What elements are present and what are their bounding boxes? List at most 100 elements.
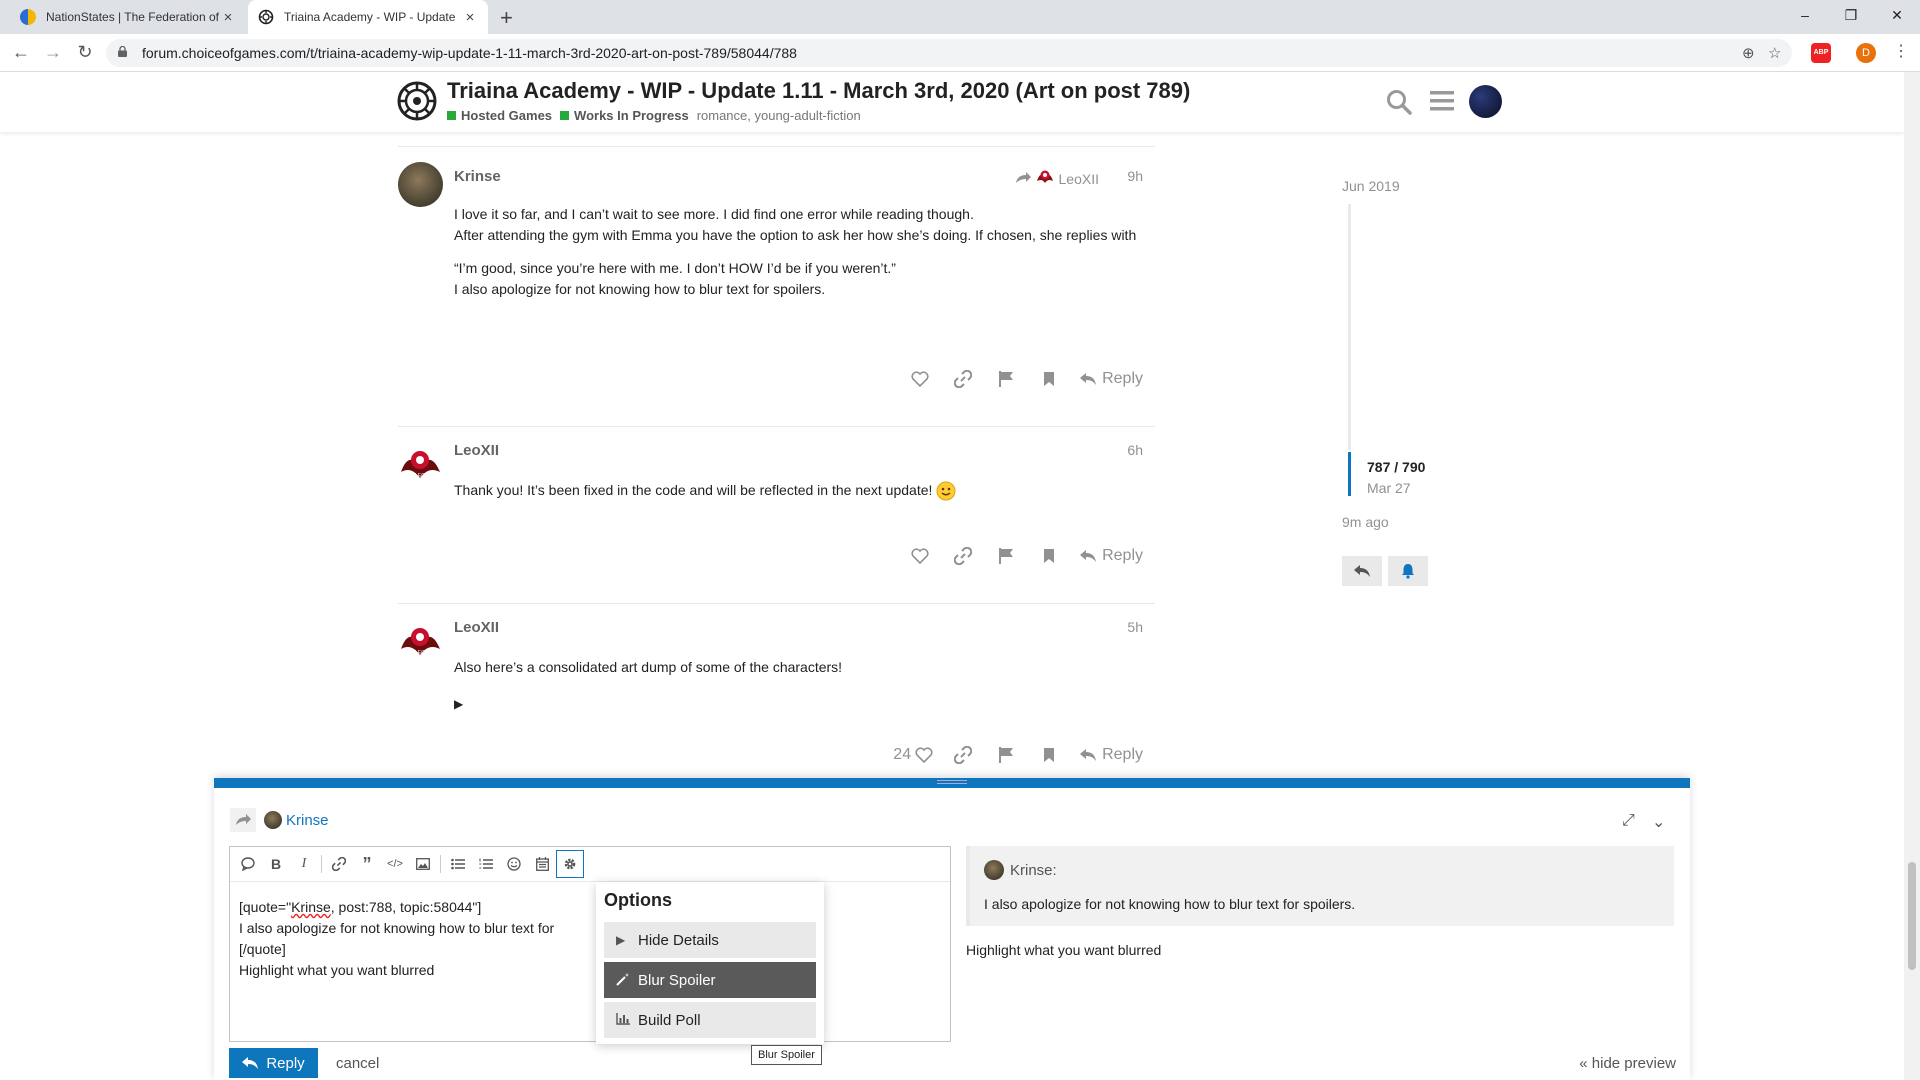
avatar[interactable] [398,162,443,207]
page-scrollbar[interactable] [1904,72,1920,1080]
post-actions: 24 Reply [885,739,1143,771]
timeline-scrollarea[interactable] [1348,204,1351,450]
image-upload-icon[interactable] [409,850,437,878]
timeline-start-date[interactable]: Jun 2019 [1342,178,1400,194]
bookmark-icon[interactable] [1027,739,1070,771]
post-leoxii-1: LEO LeoXII 6h Thank you! It’s been fixed… [398,426,1155,596]
category-works-in-progress[interactable]: Works In Progress [560,108,689,123]
hide-details-option[interactable]: ▶ Hide Details [604,922,816,958]
timeline-end-date[interactable]: 9m ago [1342,514,1389,530]
url-text: forum.choiceofgames.com/t/triaina-academ… [142,45,797,61]
flag-icon[interactable] [984,739,1027,771]
toolbar-divider [440,855,441,873]
tooltip: Blur Spoiler [751,1045,822,1065]
collapse-chevron-down-icon[interactable]: ⌄ [1652,812,1665,832]
composer-preview: Krinse: I also apologize for not knowing… [966,846,1674,1042]
emoji-smile-icon[interactable] [500,850,528,878]
browser-tab-nationstates[interactable]: NationStates | The Federation of × [10,0,246,34]
composer-actions-dropdown[interactable] [230,808,256,832]
browser-tab-triaina-academy[interactable]: Triaina Academy - WIP - Update × [248,0,488,34]
editor-textarea[interactable]: [quote="Krinse, post:788, topic:58044"] … [239,897,554,981]
avatar[interactable]: LEO [398,619,443,664]
build-poll-option[interactable]: Build Poll [604,1002,816,1038]
close-tab-icon[interactable]: × [462,9,478,26]
close-window-button[interactable]: ✕ [1874,2,1920,28]
blockquote-icon[interactable]: ” [353,850,381,878]
preview-text: Highlight what you want blurred [966,942,1162,958]
italic-icon[interactable]: I [290,850,318,878]
like-heart-with-count[interactable]: 24 [885,739,941,771]
post-reply-button[interactable]: Reply [1070,739,1143,771]
new-tab-button[interactable]: + [500,5,513,31]
site-logo-icon[interactable] [396,80,438,125]
post-time[interactable]: 6h [1127,442,1143,458]
back-arrow-icon[interactable]: ← [10,42,32,63]
timeline-reply-button[interactable] [1342,556,1382,586]
adblock-plus-extension-icon[interactable]: ABP [1811,43,1831,63]
like-heart-icon [915,747,933,763]
editor-text-line: I also apologize for not knowing how to … [239,920,555,936]
browser-menu-icon[interactable]: ⋮ [1893,41,1909,61]
submit-reply-button[interactable]: Reply [229,1048,318,1078]
post-leoxii-2: LEO LeoXII 5h Also here’s a consolidated… [398,603,1155,773]
timeline-position: 787 / 790 [1367,459,1426,475]
like-heart-icon[interactable] [898,363,941,395]
timeline-handle[interactable] [1348,452,1351,496]
topic-tags[interactable]: romance, young-adult-fiction [697,108,861,123]
profile-avatar[interactable]: D [1856,43,1876,63]
topic-title[interactable]: Triaina Academy - WIP - Update 1.11 - Ma… [447,78,1190,104]
magic-wand-icon [616,972,638,989]
link-icon[interactable] [325,850,353,878]
post-time[interactable]: 5h [1127,619,1143,635]
search-icon[interactable] [1386,89,1412,118]
post-username[interactable]: LeoXII [454,619,499,636]
avatar[interactable]: LEO [398,442,443,487]
reload-icon[interactable]: ↻ [74,42,96,63]
hide-preview-link[interactable]: « hide preview [1579,1055,1676,1072]
bullet-list-icon[interactable] [444,850,472,878]
bookmark-icon[interactable] [1027,363,1070,395]
like-heart-icon[interactable] [898,540,941,572]
copy-link-icon[interactable] [941,540,984,572]
flag-icon[interactable] [984,540,1027,572]
replying-to-avatar [264,811,282,829]
copy-link-icon[interactable] [941,363,984,395]
calendar-icon[interactable] [528,850,556,878]
current-user-avatar[interactable] [1469,85,1502,118]
composer-resize-grip[interactable] [937,780,967,784]
hamburger-menu-icon[interactable] [1430,90,1454,115]
menu-item-label: Hide Details [638,931,719,949]
post-reply-button[interactable]: Reply [1070,363,1143,395]
bold-icon[interactable]: B [262,850,290,878]
page-scrollbar-thumb[interactable] [1908,862,1916,970]
forward-arrow-icon[interactable]: → [42,42,64,63]
install-app-icon[interactable]: ⊕ [1742,44,1755,62]
copy-link-icon[interactable] [941,739,984,771]
address-bar[interactable]: forum.choiceofgames.com/t/triaina-academ… [106,39,1792,67]
replying-to-username[interactable]: Krinse [286,812,329,829]
fullscreen-expand-icon[interactable]: ⤢ [1622,812,1635,830]
close-tab-icon[interactable]: × [220,9,236,26]
cancel-button[interactable]: cancel [336,1055,379,1072]
category-hosted-games[interactable]: Hosted Games [447,108,552,123]
post-time[interactable]: 9h [1127,168,1143,184]
code-icon[interactable]: </> [381,850,409,878]
restore-window-button[interactable]: ❐ [1828,2,1874,28]
minimize-window-button[interactable]: – [1782,2,1828,28]
quote-speech-bubble-icon[interactable] [234,850,262,878]
lock-icon[interactable] [118,46,127,57]
details-toggle-icon[interactable]: ▶ [454,694,1144,715]
bookmark-icon[interactable] [1027,540,1070,572]
notifications-button[interactable] [1388,556,1428,586]
blur-spoiler-option[interactable]: Blur Spoiler [604,962,816,998]
post-paragraph: Also here’s a consolidated art dump of s… [454,659,843,675]
bookmark-star-icon[interactable]: ☆ [1768,44,1781,62]
reply-to-indicator[interactable]: LeoXII [1015,167,1099,190]
post-reply-button[interactable]: Reply [1070,540,1143,572]
flag-icon[interactable] [984,363,1027,395]
post-username[interactable]: Krinse [454,168,501,185]
numbered-list-icon[interactable] [472,850,500,878]
post-username[interactable]: LeoXII [454,442,499,459]
options-gear-icon[interactable] [556,850,584,878]
post-body: Also here’s a consolidated art dump of s… [454,657,1144,690]
